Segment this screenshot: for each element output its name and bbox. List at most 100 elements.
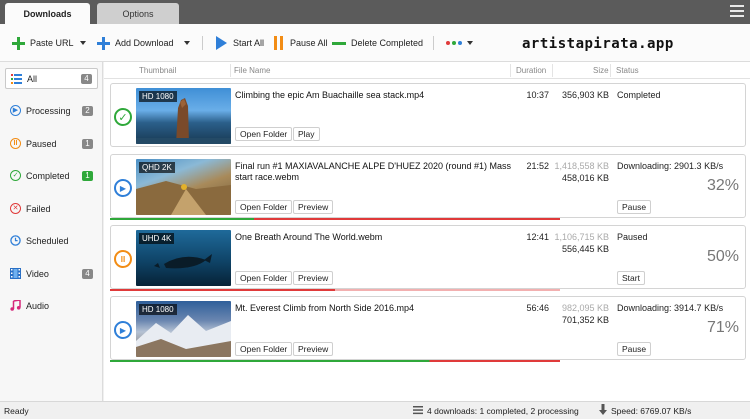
column-file-name[interactable]: File Name xyxy=(234,66,270,75)
count-badge: 4 xyxy=(81,73,92,84)
file-name: Climbing the epic Am Buachaille sea stac… xyxy=(235,90,425,100)
start-button[interactable]: Start xyxy=(617,271,645,285)
preview-button[interactable]: Preview xyxy=(293,342,334,356)
delete-completed-button[interactable]: Delete Completed xyxy=(332,35,423,51)
video-thumbnail[interactable]: UHD 4K xyxy=(136,230,231,286)
pause-circle-icon: II xyxy=(10,138,21,149)
tab-options[interactable]: Options xyxy=(97,3,179,24)
tab-downloads[interactable]: Downloads xyxy=(5,3,90,24)
sidebar-item-label: Scheduled xyxy=(26,235,69,246)
column-thumbnail[interactable]: Thumbnail xyxy=(139,66,176,75)
toolbar: Paste URL Add Download Start All Pause A… xyxy=(0,24,750,62)
quality-badge: UHD 4K xyxy=(139,233,175,244)
preview-button[interactable]: Preview xyxy=(293,200,334,214)
download-row[interactable]: ✓ HD 1080 Climbing the epic Am Buachaill… xyxy=(110,83,746,147)
sidebar-item-completed[interactable]: ✓ Completed 1 xyxy=(5,165,98,186)
quality-badge: QHD 2K xyxy=(139,162,175,173)
count-badge: 2 xyxy=(82,105,93,116)
sidebar-item-failed[interactable]: ✕ Failed xyxy=(5,198,98,219)
open-folder-button[interactable]: Open Folder xyxy=(235,200,293,214)
status-text: Downloading: 3914.7 KB/s xyxy=(617,303,724,313)
sidebar-item-paused[interactable]: II Paused 1 xyxy=(5,133,98,154)
column-duration[interactable]: Duration xyxy=(516,66,546,75)
sidebar-item-processing[interactable]: ▶ Processing 2 xyxy=(5,100,98,121)
video-thumbnail[interactable]: QHD 2K xyxy=(136,159,231,215)
plus-icon xyxy=(97,36,110,50)
video-thumbnail[interactable]: HD 1080 xyxy=(136,301,231,357)
status-ready: Ready xyxy=(4,406,29,416)
sidebar-item-all[interactable]: All 4 xyxy=(5,68,98,89)
pause-all-button[interactable]: Pause All xyxy=(274,35,328,51)
more-options-button[interactable] xyxy=(446,35,473,51)
sidebar-item-label: Paused xyxy=(26,138,57,149)
pause-button[interactable]: Pause xyxy=(617,200,652,214)
add-download-button[interactable]: Add Download xyxy=(97,35,190,51)
pause-button[interactable]: Pause xyxy=(617,342,652,356)
check-circle-icon: ✓ xyxy=(114,108,132,126)
file-name: Mt. Everest Climb from North Side 2016.m… xyxy=(235,303,415,313)
file-name: One Breath Around The World.webm xyxy=(235,232,383,242)
sidebar-item-video[interactable]: Video 4 xyxy=(5,263,98,284)
quality-badge: HD 1080 xyxy=(139,304,177,315)
open-folder-button[interactable]: Open Folder xyxy=(235,271,293,285)
clock-icon xyxy=(10,235,21,246)
size-downloaded: 356,903 KB xyxy=(561,90,609,100)
list-icon xyxy=(413,405,423,417)
status-text: Downloading: 2901.3 KB/s xyxy=(617,161,724,171)
paste-url-button[interactable]: Paste URL xyxy=(12,35,86,51)
play-button[interactable]: Play xyxy=(293,127,320,141)
sidebar-item-label: Audio xyxy=(26,300,50,311)
tab-bar: Downloads Options xyxy=(0,0,750,24)
preview-button[interactable]: Preview xyxy=(293,271,334,285)
watermark-text: artistapirata.app xyxy=(522,36,674,52)
start-all-button[interactable]: Start All xyxy=(216,35,264,51)
column-header: Thumbnail File Name Duration Size Status xyxy=(104,62,750,79)
download-row[interactable]: II UHD 4K One Breath Around The World.we… xyxy=(110,225,746,289)
count-badge: 4 xyxy=(82,268,93,279)
progress-bar xyxy=(110,289,560,291)
film-icon xyxy=(10,268,21,279)
delete-completed-label: Delete Completed xyxy=(351,38,424,48)
quality-badge: HD 1080 xyxy=(139,91,177,102)
sidebar-item-scheduled[interactable]: Scheduled xyxy=(5,230,98,251)
hamburger-menu-icon[interactable] xyxy=(730,5,744,18)
video-thumbnail[interactable]: HD 1080 xyxy=(136,88,231,144)
size-downloaded: 701,352 KB xyxy=(561,315,609,325)
download-row[interactable]: ▶ QHD 2K Final run #1 MAXIAVALANCHE ALPE… xyxy=(110,154,746,218)
music-icon xyxy=(10,300,21,311)
check-circle-icon: ✓ xyxy=(10,170,21,181)
progress-percent: 71% xyxy=(706,319,739,336)
chevron-down-icon[interactable] xyxy=(183,41,190,45)
download-row[interactable]: ▶ HD 1080 Mt. Everest Climb from North S… xyxy=(110,296,746,360)
chevron-down-icon xyxy=(467,41,473,45)
sidebar-item-label: Processing xyxy=(26,105,71,116)
open-folder-button[interactable]: Open Folder xyxy=(235,127,293,141)
toolbar-divider xyxy=(202,36,203,50)
chevron-down-icon[interactable] xyxy=(79,41,86,45)
play-icon xyxy=(216,36,227,50)
download-speed: Speed: 6769.07 KB/s xyxy=(611,406,692,416)
size-downloaded: 556,445 KB xyxy=(561,244,609,254)
progress-percent: 32% xyxy=(706,177,739,194)
dot-icon xyxy=(446,41,450,45)
sidebar: All 4 ▶ Processing 2 II Paused 1 ✓ Compl… xyxy=(0,62,103,401)
file-name: Final run #1 MAXIAVALANCHE ALPE D'HUEZ 2… xyxy=(235,161,511,182)
duration: 21:52 xyxy=(526,161,549,171)
status-bar: Ready 4 downloads: 1 completed, 2 proces… xyxy=(0,401,750,419)
start-all-label: Start All xyxy=(233,38,265,48)
size-total: 1,106,715 KB xyxy=(554,232,609,242)
progress-percent: 50% xyxy=(706,248,739,265)
play-circle-icon: ▶ xyxy=(114,179,132,197)
play-circle-icon: ▶ xyxy=(10,105,21,116)
sidebar-item-label: Failed xyxy=(26,203,51,214)
sidebar-item-label: Video xyxy=(26,268,49,279)
paste-url-label: Paste URL xyxy=(30,38,74,48)
download-speed-icon xyxy=(598,404,608,418)
duration: 10:37 xyxy=(526,90,549,100)
column-status[interactable]: Status xyxy=(616,66,639,75)
sidebar-item-audio[interactable]: Audio xyxy=(5,295,98,316)
dash-icon xyxy=(332,41,346,45)
open-folder-button[interactable]: Open Folder xyxy=(235,342,293,356)
list-icon xyxy=(11,73,22,84)
column-size[interactable]: Size xyxy=(593,66,609,75)
